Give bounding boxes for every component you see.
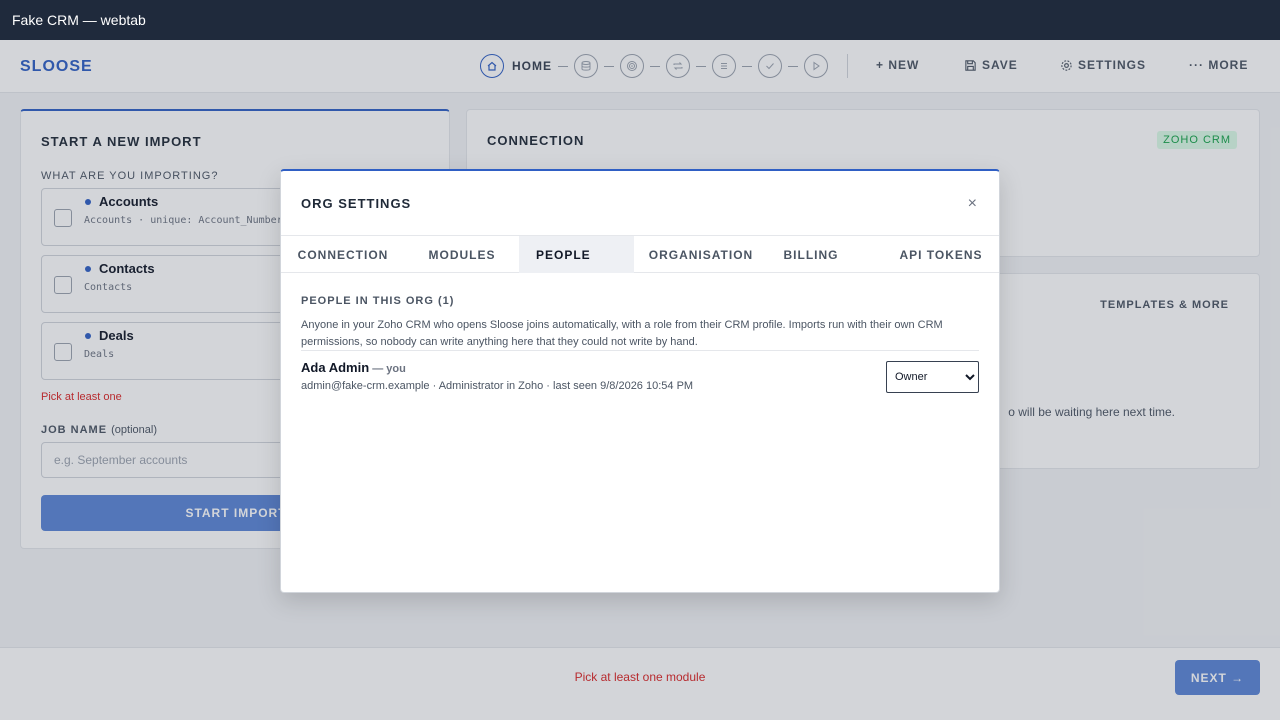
person-you-tag: — you <box>369 363 406 375</box>
window-titlebar: Fake CRM — webtab <box>0 0 1280 40</box>
tab-modules[interactable]: MODULES <box>405 236 519 273</box>
window-title: Fake CRM — webtab <box>12 12 146 28</box>
tab-billing[interactable]: BILLING <box>768 236 854 273</box>
person-name-text: Ada Admin <box>301 360 370 375</box>
modal-title: ORG SETTINGS <box>301 196 412 211</box>
settings-tabs: CONNECTION MODULES PEOPLE ORGANISATION B… <box>281 235 999 273</box>
org-settings-modal: ORG SETTINGS × CONNECTION MODULES PEOPLE… <box>280 169 1000 593</box>
section-divider <box>301 350 979 351</box>
role-select[interactable]: Owner <box>886 361 979 393</box>
tab-people[interactable]: PEOPLE <box>519 236 634 273</box>
close-icon[interactable]: × <box>968 195 977 213</box>
person-meta: admin@fake-crm.example · Administrator i… <box>301 380 694 392</box>
people-section-heading: PEOPLE IN THIS ORG (1) <box>301 295 455 307</box>
tab-connection[interactable]: CONNECTION <box>281 236 405 273</box>
tab-organisation[interactable]: ORGANISATION <box>634 236 768 273</box>
tab-api-tokens[interactable]: API TOKENS <box>881 236 999 273</box>
person-name: Ada Admin — you <box>301 360 406 375</box>
people-description: Anyone in your Zoho CRM who opens Sloose… <box>301 319 943 348</box>
